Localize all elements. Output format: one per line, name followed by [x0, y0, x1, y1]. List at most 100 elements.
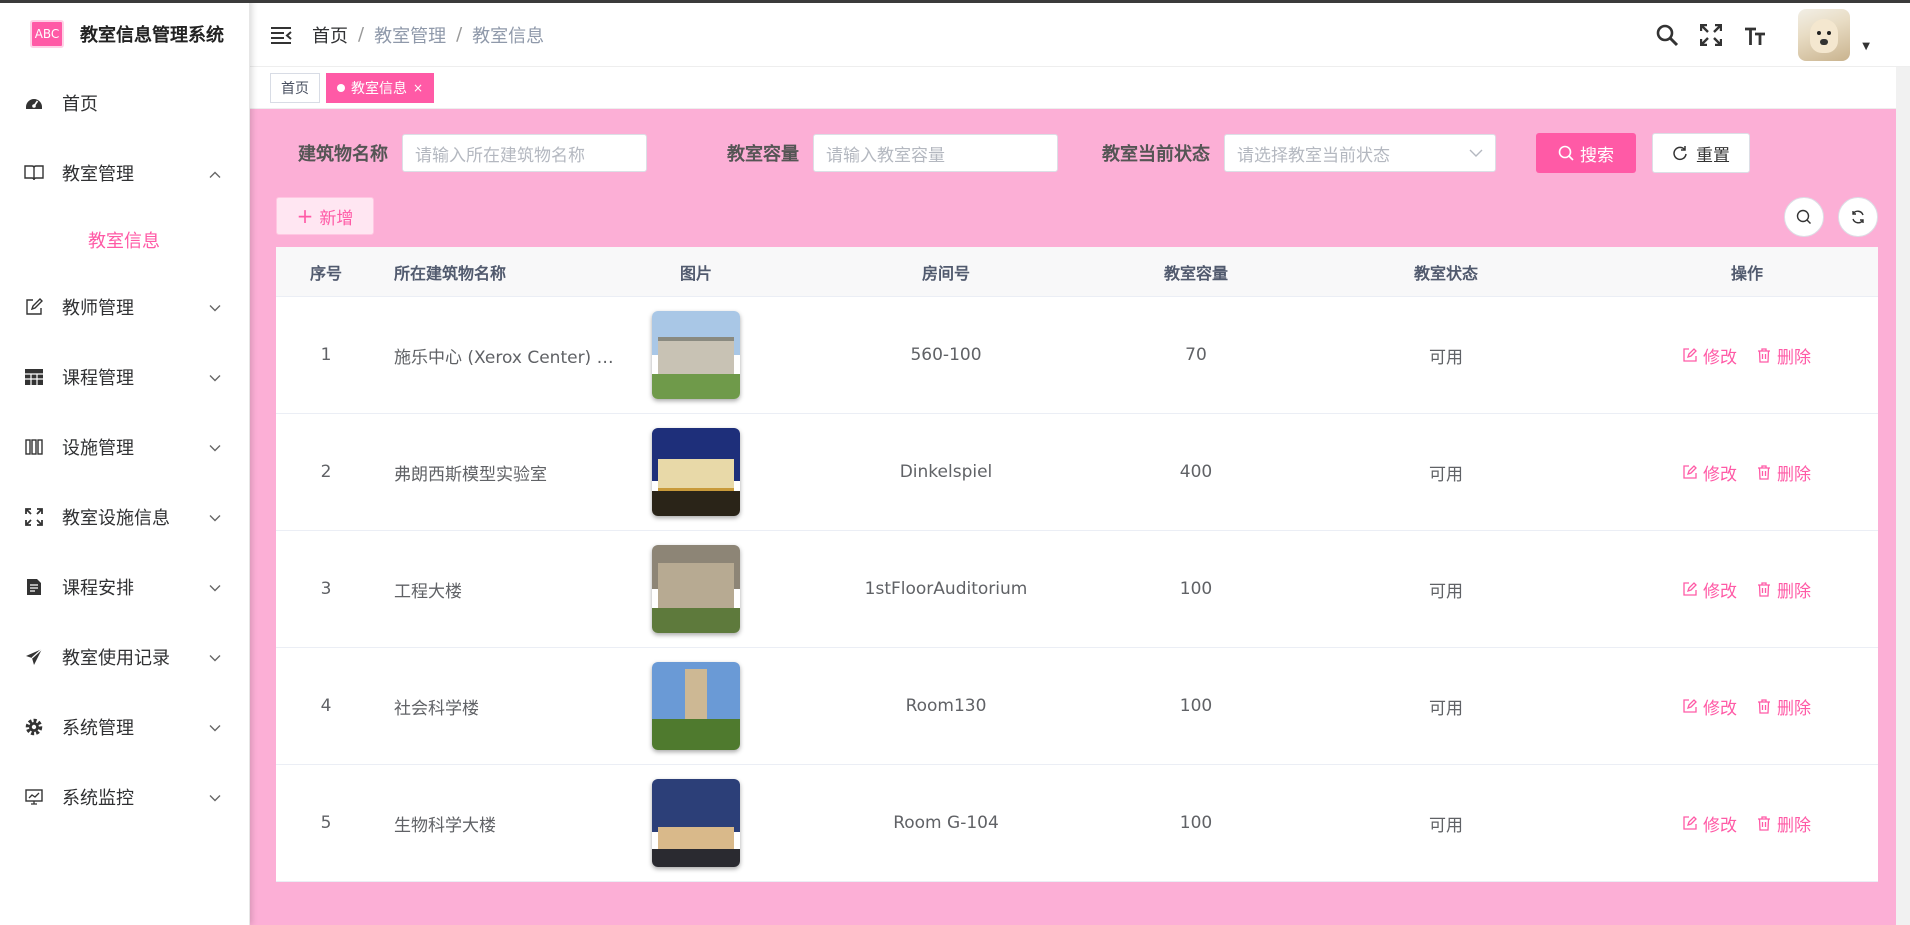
capacity-input[interactable]: 请输入教室容量 [813, 134, 1058, 172]
sidebar-item-home[interactable]: 首页 [0, 68, 249, 138]
edit-label: 修改 [1703, 698, 1737, 719]
delete-button[interactable]: 删除 [1757, 577, 1811, 602]
input-placeholder: 请输入所在建筑物名称 [415, 145, 585, 166]
sidebar-item-system-monitor[interactable]: 系统监控 [0, 762, 249, 832]
classroom-image[interactable] [652, 428, 740, 516]
trash-icon [1758, 464, 1770, 480]
search-icon[interactable] [1652, 20, 1682, 50]
chevron-down-icon [209, 787, 221, 808]
user-menu-caret-icon[interactable]: ▼ [1862, 41, 1870, 52]
delete-button[interactable]: 删除 [1757, 811, 1811, 836]
column-header: 图片 [679, 263, 712, 283]
sidebar-item-label: 课程管理 [62, 368, 134, 389]
sidebar-item-classroom-facility-info[interactable]: 教室设施信息 [0, 482, 249, 552]
edit-button[interactable]: 修改 [1683, 460, 1737, 485]
chevron-up-icon [209, 163, 221, 184]
edit-button[interactable]: 修改 [1683, 577, 1737, 602]
classroom-image[interactable] [652, 662, 740, 750]
cell-building: 施乐中心 (Xerox Center) -... [394, 347, 616, 368]
breadcrumb-classroom-management[interactable]: 教室管理 [374, 22, 446, 48]
trash-icon [1758, 815, 1770, 831]
classroom-image[interactable] [652, 779, 740, 867]
fullscreen-icon[interactable] [1696, 20, 1726, 50]
delete-label: 删除 [1777, 347, 1811, 368]
input-placeholder: 请输入教室容量 [826, 145, 945, 166]
table-row: 5 生物科学大楼 Room G-104 100 可用 修改 删除 [276, 765, 1878, 882]
table-row: 2 弗朗西斯模型实验室 Dinkelspiel 400 可用 修改 删除 [276, 414, 1878, 531]
window-top-border [0, 0, 1910, 3]
cell-capacity: 400 [1179, 462, 1213, 482]
sidebar-item-label: 设施管理 [62, 438, 134, 459]
classroom-image[interactable] [652, 545, 740, 633]
book-icon [24, 163, 44, 183]
cell-capacity: 100 [1179, 813, 1213, 833]
select-placeholder: 请选择教室当前状态 [1237, 145, 1390, 166]
sidebar-item-facility-management[interactable]: 设施管理 [0, 412, 249, 482]
building-name-input[interactable]: 请输入所在建筑物名称 [402, 134, 647, 172]
tag-classroom-info[interactable]: 教室信息 × [326, 72, 435, 103]
reset-button[interactable]: 重置 [1652, 133, 1750, 173]
tag-label: 教室信息 [351, 80, 407, 97]
sidebar-item-usage-records[interactable]: 教室使用记录 [0, 622, 249, 692]
cell-room: Dinkelspiel [899, 462, 993, 482]
status-select[interactable]: 请选择教室当前状态 [1224, 134, 1496, 172]
refresh-icon [1852, 210, 1864, 224]
search-button[interactable]: 搜索 [1536, 133, 1636, 173]
sidebar-item-label: 首页 [62, 94, 98, 115]
breadcrumb: 首页 / 教室管理 / 教室信息 [312, 22, 544, 48]
delete-button[interactable]: 删除 [1757, 694, 1811, 719]
breadcrumb-classroom-info: 教室信息 [472, 25, 545, 47]
building-label: 建筑物名称 [298, 144, 388, 165]
breadcrumb-separator: / [456, 24, 463, 45]
sidebar-item-classroom-management[interactable]: 教室管理 [0, 138, 249, 208]
classroom-image[interactable] [652, 311, 740, 399]
table-icon [24, 367, 44, 387]
cell-capacity: 100 [1179, 696, 1213, 716]
chevron-down-icon [209, 577, 221, 598]
avatar-face [1810, 19, 1839, 53]
vertical-scrollbar[interactable] [1896, 67, 1910, 925]
edit-button[interactable]: 修改 [1683, 694, 1737, 719]
delete-button[interactable]: 删除 [1757, 460, 1811, 485]
cell-status: 可用 [1429, 581, 1463, 602]
table-header: 序号 所在建筑物名称 图片 房间号 教室容量 教室状态 操作 [276, 247, 1878, 297]
delete-label: 删除 [1777, 464, 1811, 485]
main-content: 建筑物名称 请输入所在建筑物名称 教室容量 请输入教室容量 教室当前状态 请选择… [250, 109, 1910, 925]
user-avatar[interactable] [1798, 9, 1851, 61]
sidebar-item-label: 系统管理 [62, 718, 134, 739]
breadcrumb-home[interactable]: 首页 [312, 22, 348, 48]
cell-status: 可用 [1429, 464, 1463, 485]
delete-label: 删除 [1777, 581, 1811, 602]
sidebar-item-label: 教室设施信息 [62, 508, 170, 529]
delete-button[interactable]: 删除 [1757, 343, 1811, 368]
edit-icon [1683, 465, 1697, 479]
sidebar-item-course-management[interactable]: 课程管理 [0, 342, 249, 412]
active-dot-icon [337, 83, 345, 92]
tag-home[interactable]: 首页 [270, 72, 320, 103]
toggle-search-button[interactable] [1784, 197, 1824, 237]
header-actions: ▼ [1638, 3, 1870, 67]
button-label: 新增 [319, 208, 354, 229]
add-button[interactable]: + 新增 [276, 197, 374, 235]
menu-toggle-icon[interactable] [270, 23, 294, 47]
close-icon[interactable]: × [413, 81, 423, 95]
sidebar-subitem-classroom-info[interactable]: 教室信息 [0, 208, 249, 272]
sidebar-item-course-schedule[interactable]: 课程安排 [0, 552, 249, 622]
sidebar-item-label: 教师管理 [62, 298, 134, 319]
cell-index: 2 [320, 462, 332, 482]
avatar-nose [1820, 39, 1829, 45]
sidebar-item-label: 教室管理 [62, 164, 134, 185]
edit-button[interactable]: 修改 [1683, 343, 1737, 368]
breadcrumb-separator: / [358, 24, 365, 45]
tags-view: 首页 教室信息 × [250, 67, 1910, 109]
search-form: 建筑物名称 请输入所在建筑物名称 教室容量 请输入教室容量 教室当前状态 请选择… [298, 133, 1750, 173]
logo-area[interactable]: ABC 教室信息管理系统 [0, 0, 249, 68]
sidebar-item-label: 课程安排 [62, 578, 134, 599]
refresh-table-button[interactable] [1838, 197, 1878, 237]
column-header: 所在建筑物名称 [394, 263, 507, 283]
edit-button[interactable]: 修改 [1683, 811, 1737, 836]
sidebar-item-teacher-management[interactable]: 教师管理 [0, 272, 249, 342]
font-size-icon[interactable] [1740, 20, 1770, 50]
chevron-down-icon [209, 717, 221, 738]
sidebar-item-system-management[interactable]: 系统管理 [0, 692, 249, 762]
